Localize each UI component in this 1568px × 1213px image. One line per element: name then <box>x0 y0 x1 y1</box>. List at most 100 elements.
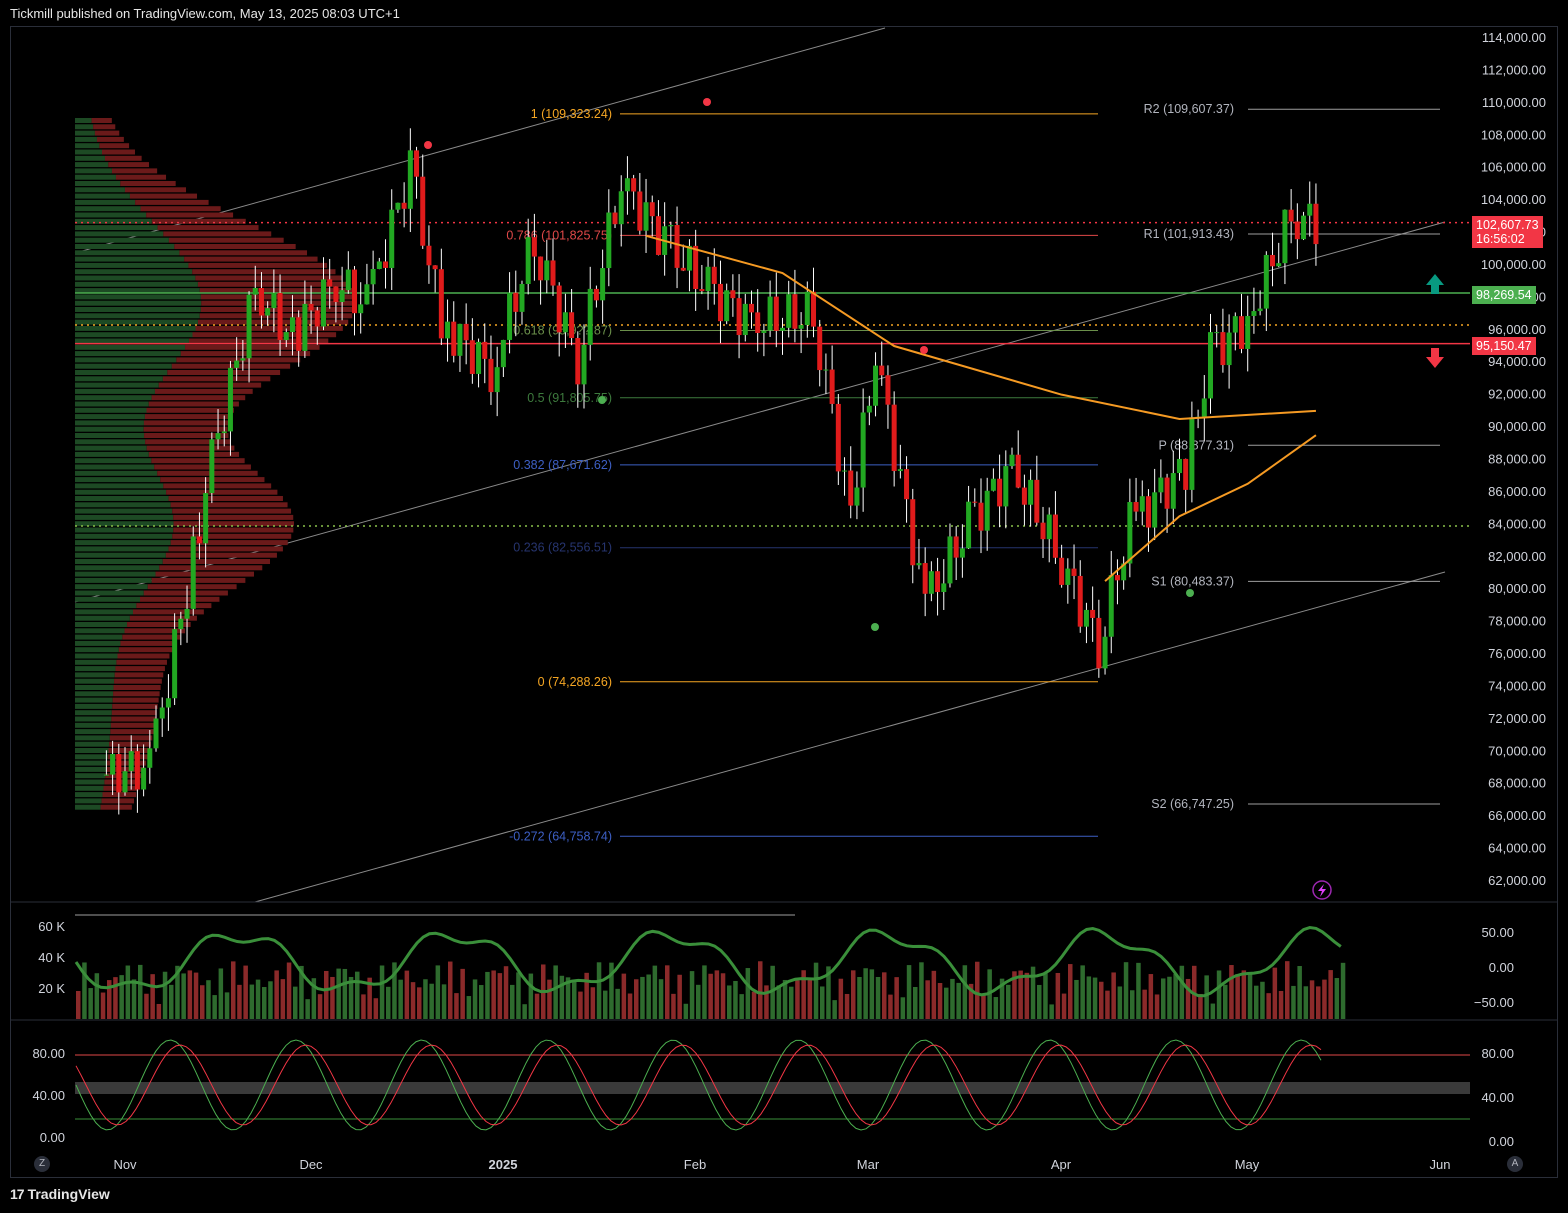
volume-profile-bar-down <box>143 420 229 426</box>
candle-body <box>246 294 252 359</box>
candle-body <box>904 469 910 500</box>
candle-countdown: 16:56:02 <box>1476 232 1525 246</box>
volume-profile-bar-up <box>75 256 185 262</box>
volume-bar <box>262 987 267 1019</box>
candle-body <box>1301 215 1307 240</box>
volume-profile-bar-down <box>124 187 187 193</box>
volume-bar <box>962 965 968 1019</box>
volume-profile-bar-up <box>75 533 173 539</box>
volume-bar <box>1235 974 1240 1019</box>
candle-body <box>1009 454 1015 467</box>
price-tick-label: 88,000.00 <box>1488 452 1546 467</box>
fib-level-label: 0.786 (101,825.75) <box>506 228 612 242</box>
candle-body <box>556 285 562 333</box>
candle-body <box>910 499 916 566</box>
candle-body <box>575 338 581 385</box>
volume-profile-bar-down <box>93 124 116 130</box>
candle-body <box>401 202 407 209</box>
candle-body <box>1065 568 1071 585</box>
volume-bar <box>1117 986 1123 1019</box>
candle-body <box>916 563 922 566</box>
candle-body <box>593 288 599 301</box>
candle-body <box>854 487 860 506</box>
volume-bar <box>1185 978 1191 1019</box>
volume-profile-bar-up <box>75 275 196 281</box>
volume-profile-bar-down <box>114 678 162 684</box>
volume-profile-bar-up <box>75 540 171 546</box>
candle-body <box>587 288 593 345</box>
candle-body <box>457 323 463 356</box>
volume-bar <box>857 977 862 1019</box>
candle-body <box>221 431 227 434</box>
volume-bar <box>379 965 385 1019</box>
candle-body <box>897 469 903 472</box>
volume-bar <box>305 999 310 1019</box>
volume-bar <box>863 968 868 1019</box>
stoch-right-tick: 0.00 <box>1489 1134 1514 1149</box>
volume-profile-bar-up <box>75 691 114 697</box>
volume-profile-bar-down <box>115 666 165 672</box>
volume-profile-bar-down <box>151 458 245 464</box>
volume-bar <box>497 973 503 1019</box>
volume-bar <box>156 1003 162 1019</box>
candle-body <box>717 283 723 322</box>
candle-body <box>730 290 736 299</box>
zoom-reset-button[interactable]: Z <box>34 1156 50 1172</box>
volume-profile-bar-down <box>118 647 173 653</box>
volume-profile-bar-down <box>143 426 228 432</box>
volume-profile-bar-up <box>75 703 113 709</box>
candle-body <box>891 404 897 472</box>
volume-bar <box>1247 973 1253 1019</box>
volume-profile-bar-down <box>122 634 181 640</box>
volume-profile-bar-up <box>75 571 156 577</box>
chart-canvas[interactable]: 114,000.00 112,000.00 110,000.00 108,000.00… <box>0 0 1568 1213</box>
candle-body <box>624 178 630 192</box>
candle-body <box>203 493 209 544</box>
red-level-tag: 95,150.47 <box>1472 337 1536 355</box>
volume-bar <box>844 993 850 1019</box>
volume-bar <box>1130 990 1135 1019</box>
volume-bar <box>640 976 645 1019</box>
volume-bar <box>423 979 428 1019</box>
volume-profile-bar-up <box>75 483 164 489</box>
fib-level-label: 0.382 (87,671.62) <box>513 458 612 472</box>
tradingview-brand[interactable]: 17 TradingView <box>10 1186 110 1202</box>
volume-profile-bar-up <box>75 370 168 375</box>
volume-bar <box>243 965 248 1019</box>
volume-profile-bar-down <box>140 206 221 212</box>
pivot-label: R2 (109,607.37) <box>1144 102 1234 116</box>
volume-bar <box>789 986 794 1019</box>
auto-scale-button[interactable]: A <box>1507 1156 1523 1172</box>
volume-profile-bar-down <box>91 118 112 123</box>
volume-bar <box>1055 972 1061 1019</box>
candle-body <box>507 292 513 340</box>
candle-body <box>345 269 351 291</box>
volume-bar <box>727 985 732 1019</box>
volume-profile-bar-down <box>167 370 281 375</box>
volume-profile-bar-down <box>162 559 270 564</box>
volume-profile-bar-down <box>184 256 318 262</box>
volume-bar <box>913 986 918 1019</box>
candle-body <box>1040 522 1046 540</box>
price-tick-label: 64,000.00 <box>1488 841 1546 856</box>
volume-bar <box>169 984 174 1019</box>
candle-body <box>693 245 699 290</box>
volume-profile-bar-down <box>114 672 164 678</box>
candle-body <box>1077 575 1083 627</box>
candle-body <box>686 245 692 271</box>
volume-profile-bar-up <box>75 155 105 161</box>
price-tick-label: 106,000.00 <box>1481 160 1546 175</box>
candle-body <box>842 470 848 472</box>
volume-profile-bar-up <box>75 269 193 275</box>
volume-bar <box>671 993 676 1019</box>
volume-bar <box>286 962 292 1019</box>
volume-bar <box>88 988 93 1019</box>
volume-profile-bar-up <box>75 307 201 312</box>
volume-profile-bar-up <box>75 710 112 716</box>
volume-profile-bar-down <box>140 596 220 602</box>
volume-bar <box>931 970 937 1019</box>
candle-body <box>1294 221 1300 240</box>
volume-bar <box>658 979 664 1019</box>
candle-body <box>103 774 109 776</box>
price-tick-label: 70,000.00 <box>1488 743 1546 758</box>
